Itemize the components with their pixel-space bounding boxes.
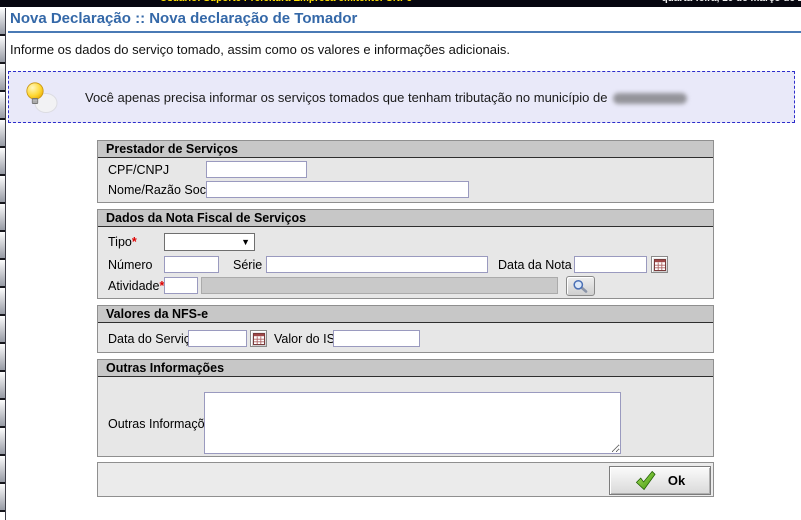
cropped-menu-strip <box>0 8 6 520</box>
section-outras-title: Outras Informações <box>98 360 713 377</box>
section-nota-title: Dados da Nota Fiscal de Serviços <box>98 210 713 227</box>
ok-button[interactable]: Ok <box>609 466 711 495</box>
data-nota-label: Data da Nota <box>498 258 572 272</box>
check-icon <box>635 470 656 491</box>
data-nota-calendar-button[interactable] <box>651 256 668 273</box>
chevron-down-icon: ▼ <box>241 237 250 247</box>
outras-informacoes-label: Outras Informações <box>108 417 218 431</box>
tipo-label: Tipo* <box>108 235 137 249</box>
section-nota: Dados da Nota Fiscal de Serviços Tipo* ▼… <box>97 209 714 299</box>
serie-label: Série <box>233 258 262 272</box>
cpf-cnpj-label: CPF/CNPJ <box>108 163 169 177</box>
data-servico-input[interactable] <box>188 330 247 347</box>
atividade-search-button[interactable] <box>566 276 595 296</box>
page-title: Nova Declaração :: Nova declaração de To… <box>10 10 357 27</box>
atividade-code-input[interactable] <box>164 277 198 294</box>
data-nota-input[interactable] <box>574 256 647 273</box>
calendar-icon <box>253 333 265 345</box>
section-prestador: Prestador de Serviços CPF/CNPJ Nome/Razã… <box>97 140 714 203</box>
outras-informacoes-textarea[interactable] <box>204 392 621 454</box>
cpf-cnpj-input[interactable] <box>206 161 307 178</box>
search-icon <box>572 279 589 293</box>
topbar-user-text: Usuário: Suporte Prefeitura Empresa emit… <box>160 0 412 4</box>
info-notice: Você apenas precisa informar os serviços… <box>8 71 795 123</box>
data-servico-calendar-button[interactable] <box>250 330 267 347</box>
title-divider <box>8 31 801 33</box>
section-valores-title: Valores da NFS-e <box>98 306 713 323</box>
action-bar: Ok <box>97 462 714 497</box>
nome-razao-input[interactable] <box>206 181 469 198</box>
numero-input[interactable] <box>164 256 219 273</box>
page-subtitle: Informe os dados do serviço tomado, assi… <box>10 42 510 57</box>
atividade-description-field <box>201 277 558 294</box>
serie-input[interactable] <box>266 256 488 273</box>
numero-label: Número <box>108 258 152 272</box>
atividade-label: Atividade* <box>108 279 164 293</box>
section-prestador-title: Prestador de Serviços <box>98 141 713 158</box>
lightbulb-icon <box>23 80 59 114</box>
topbar-date-text: quarta-feira, 10 de março de 2010 <box>662 0 801 4</box>
calendar-icon <box>654 259 666 271</box>
tipo-required-marker: * <box>132 235 137 249</box>
notice-text: Você apenas precisa informar os serviços… <box>85 90 687 105</box>
app-topbar: Usuário: Suporte Prefeitura Empresa emit… <box>0 0 801 7</box>
nome-razao-label: Nome/Razão Social <box>108 183 218 197</box>
section-valores: Valores da NFS-e Data do Serviço Valor d… <box>97 305 714 353</box>
valor-iss-input[interactable] <box>333 330 420 347</box>
tipo-select[interactable]: ▼ <box>164 233 255 251</box>
ok-button-label: Ok <box>668 473 685 488</box>
redacted-municipality <box>613 93 687 104</box>
page: Usuário: Suporte Prefeitura Empresa emit… <box>0 0 801 520</box>
section-outras: Outras Informações Outras Informações <box>97 359 714 457</box>
data-servico-label: Data do Serviço <box>108 332 197 346</box>
